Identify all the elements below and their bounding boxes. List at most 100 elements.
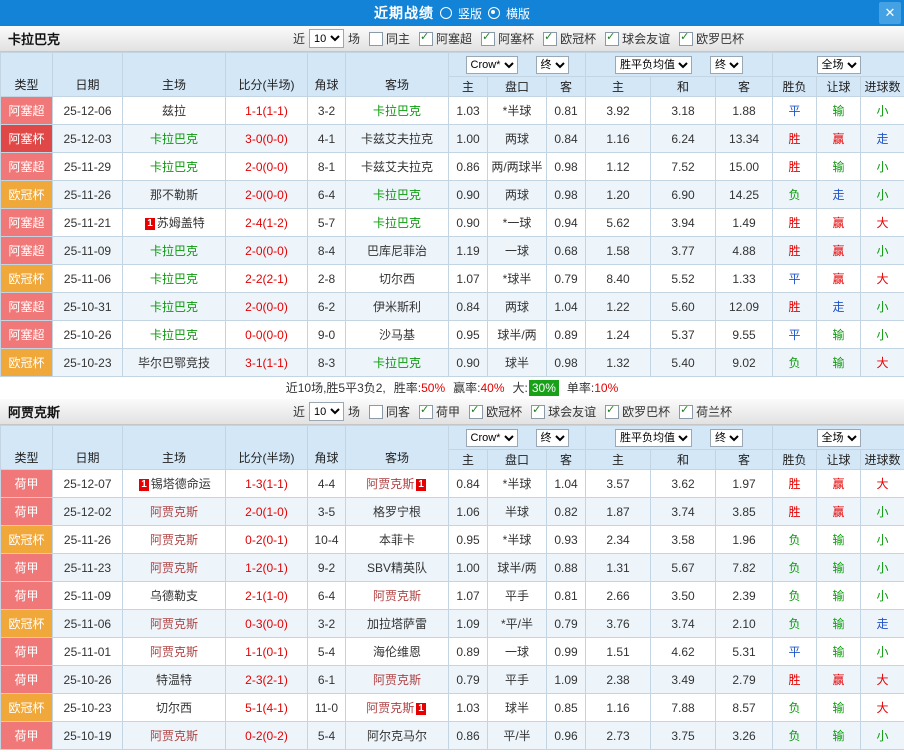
away-team-cell[interactable]: 格罗宁根: [345, 497, 449, 526]
unchecked-checkbox-icon[interactable]: [369, 404, 384, 419]
away-team-cell[interactable]: 巴库尼菲治: [345, 236, 449, 265]
score-cell[interactable]: 2-4(1-2): [225, 208, 308, 237]
score-cell[interactable]: 3-1(1-1): [225, 348, 308, 377]
checked-checkbox-icon[interactable]: [531, 404, 546, 419]
score-cell[interactable]: 0-0(0-0): [225, 320, 308, 349]
home-team-cell[interactable]: 兹拉: [122, 96, 226, 125]
checked-checkbox-icon[interactable]: [679, 31, 694, 46]
checked-checkbox-icon[interactable]: [605, 404, 620, 419]
away-team-cell[interactable]: 本菲卡: [345, 525, 449, 554]
score-cell[interactable]: 1-1(1-1): [225, 96, 308, 125]
away-team-cell[interactable]: 卡拉巴克: [345, 96, 449, 125]
score-cell[interactable]: 5-1(4-1): [225, 693, 308, 722]
bookmaker-select[interactable]: Crow*: [465, 428, 518, 447]
score-cell[interactable]: 1-1(0-1): [225, 637, 308, 666]
checked-checkbox-icon[interactable]: [605, 31, 620, 46]
home-team-cell[interactable]: 切尔西: [122, 693, 226, 722]
away-team-cell[interactable]: 海伦维恩: [345, 637, 449, 666]
away-team-cell[interactable]: 加拉塔萨雷: [345, 609, 449, 638]
home-team-cell[interactable]: 特温特: [122, 665, 226, 694]
home-team-cell[interactable]: 卡拉巴克: [122, 124, 226, 153]
home-team-cell[interactable]: 阿贾克斯: [122, 553, 226, 582]
away-team-cell[interactable]: 阿尔克马尔: [345, 721, 449, 750]
away-team-cell[interactable]: 阿贾克斯 1: [345, 469, 449, 498]
away-team-cell[interactable]: 切尔西: [345, 264, 449, 293]
away-team-cell[interactable]: SBV精英队: [345, 553, 449, 582]
unchecked-checkbox-icon[interactable]: [369, 31, 384, 46]
checked-checkbox-icon[interactable]: [469, 404, 484, 419]
vertical-layout-radio[interactable]: [439, 7, 452, 19]
home-team-cell[interactable]: 1 锡塔德命运: [122, 469, 226, 498]
home-team-cell[interactable]: 阿贾克斯: [122, 525, 226, 554]
score-cell[interactable]: 2-0(0-0): [225, 152, 308, 181]
home-team-cell[interactable]: 毕尔巴鄂竞技: [122, 348, 226, 377]
away-team-cell[interactable]: 阿贾克斯 1: [345, 693, 449, 722]
checked-checkbox-icon[interactable]: [419, 31, 434, 46]
home-team-cell[interactable]: 阿贾克斯: [122, 609, 226, 638]
bookmaker-select[interactable]: Crow*: [465, 55, 518, 74]
score-cell[interactable]: 0-2(0-2): [225, 721, 308, 750]
horizontal-layout-label[interactable]: 横版: [506, 5, 530, 22]
home-team-cell[interactable]: 卡拉巴克: [122, 264, 226, 293]
away-team-cell[interactable]: 卡拉巴克: [345, 348, 449, 377]
league-checkbox[interactable]: 荷兰杯: [679, 403, 732, 420]
same-venue-checkbox[interactable]: 同客: [369, 403, 410, 420]
home-team-cell[interactable]: 阿贾克斯: [122, 637, 226, 666]
away-team-cell[interactable]: 卡兹艾夫拉克: [345, 152, 449, 181]
same-venue-checkbox[interactable]: 同主: [369, 30, 410, 47]
europe-final-select[interactable]: 终: [710, 55, 744, 74]
score-cell[interactable]: 2-0(0-0): [225, 180, 308, 209]
league-checkbox[interactable]: 球会友谊: [531, 403, 596, 420]
league-checkbox[interactable]: 欧罗巴杯: [679, 30, 744, 47]
match-count-select[interactable]: 10: [309, 402, 345, 421]
checked-checkbox-icon[interactable]: [543, 31, 558, 46]
away-team-cell[interactable]: 阿贾克斯: [345, 581, 449, 610]
close-icon[interactable]: ✕: [879, 2, 901, 24]
match-count-select[interactable]: 10: [309, 29, 345, 48]
home-team-cell[interactable]: 阿贾克斯: [122, 721, 226, 750]
home-team-cell[interactable]: 那不勒斯: [122, 180, 226, 209]
checked-checkbox-icon[interactable]: [679, 404, 694, 419]
vertical-layout-label[interactable]: 竖版: [458, 5, 482, 22]
scope-select[interactable]: 全场: [816, 428, 861, 447]
score-cell[interactable]: 2-2(2-1): [225, 264, 308, 293]
europe-mean-select[interactable]: 胜平负均值: [615, 55, 693, 74]
horizontal-layout-radio[interactable]: [488, 7, 500, 19]
home-team-cell[interactable]: 阿贾克斯: [122, 497, 226, 526]
league-checkbox[interactable]: 阿塞超: [419, 30, 472, 47]
europe-mean-select[interactable]: 胜平负均值: [615, 428, 693, 447]
score-cell[interactable]: 2-0(0-0): [225, 236, 308, 265]
away-team-cell[interactable]: 卡兹艾夫拉克: [345, 124, 449, 153]
asia-final-select[interactable]: 终: [535, 55, 569, 74]
score-cell[interactable]: 2-0(0-0): [225, 292, 308, 321]
score-cell[interactable]: 2-3(2-1): [225, 665, 308, 694]
away-team-cell[interactable]: 卡拉巴克: [345, 180, 449, 209]
league-checkbox[interactable]: 球会友谊: [605, 30, 670, 47]
league-checkbox[interactable]: 欧冠杯: [469, 403, 522, 420]
home-team-cell[interactable]: 卡拉巴克: [122, 152, 226, 181]
home-team-cell[interactable]: 1 苏姆盖特: [122, 208, 226, 237]
score-cell[interactable]: 2-1(1-0): [225, 581, 308, 610]
checked-checkbox-icon[interactable]: [419, 404, 434, 419]
score-cell[interactable]: 0-2(0-1): [225, 525, 308, 554]
league-checkbox[interactable]: 欧冠杯: [543, 30, 596, 47]
league-checkbox[interactable]: 荷甲: [419, 403, 460, 420]
score-cell[interactable]: 3-0(0-0): [225, 124, 308, 153]
league-checkbox[interactable]: 阿塞杯: [481, 30, 534, 47]
home-team-cell[interactable]: 卡拉巴克: [122, 236, 226, 265]
score-cell[interactable]: 1-3(1-1): [225, 469, 308, 498]
home-team-cell[interactable]: 卡拉巴克: [122, 292, 226, 321]
league-checkbox[interactable]: 欧罗巴杯: [605, 403, 670, 420]
away-team-cell[interactable]: 阿贾克斯: [345, 665, 449, 694]
home-team-cell[interactable]: 卡拉巴克: [122, 320, 226, 349]
score-cell[interactable]: 0-3(0-0): [225, 609, 308, 638]
score-cell[interactable]: 2-0(1-0): [225, 497, 308, 526]
away-team-cell[interactable]: 沙马基: [345, 320, 449, 349]
away-team-cell[interactable]: 伊米斯利: [345, 292, 449, 321]
europe-final-select[interactable]: 终: [710, 428, 744, 447]
checked-checkbox-icon[interactable]: [481, 31, 496, 46]
scope-select[interactable]: 全场: [816, 55, 861, 74]
asia-final-select[interactable]: 终: [535, 428, 569, 447]
home-team-cell[interactable]: 乌德勒支: [122, 581, 226, 610]
away-team-cell[interactable]: 卡拉巴克: [345, 208, 449, 237]
